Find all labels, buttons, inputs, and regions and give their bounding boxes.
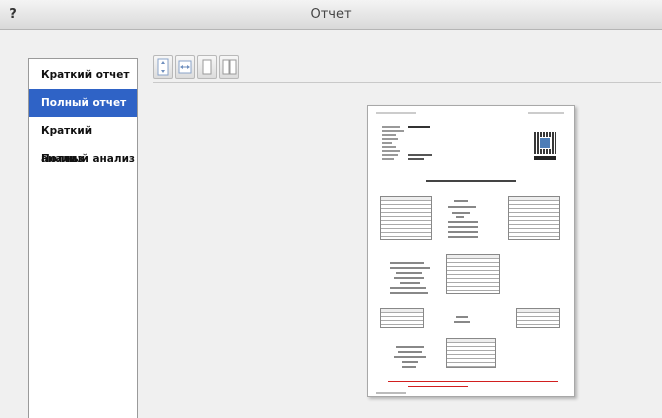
right-data-table: [508, 196, 560, 240]
left-data-table: [380, 196, 432, 240]
bottom-right-table: [516, 308, 560, 328]
report-type-sidebar: Краткий отчет Полный отчет Краткий анали…: [28, 58, 138, 418]
single-page-button[interactable]: [197, 55, 217, 79]
sidebar-item-full-analysis[interactable]: Полный анализ: [29, 145, 137, 173]
red-note-text: [408, 386, 468, 388]
bottom-left-table: [380, 308, 424, 328]
lower-data-table: [446, 338, 496, 368]
single-page-icon: [202, 59, 212, 75]
report-heading-line: [426, 180, 516, 182]
qr-code-image: [534, 132, 556, 154]
fit-width-button[interactable]: [175, 55, 195, 79]
sidebar-item-short-analysis[interactable]: Краткий анализ: [29, 117, 137, 165]
title-bar: ? Отчет: [0, 0, 662, 30]
bottom-center-label: [454, 321, 470, 323]
two-pages-icon: [222, 59, 237, 75]
page-footer-line: [376, 392, 406, 394]
red-note-text: [388, 381, 558, 384]
report-preview-area[interactable]: [153, 83, 662, 418]
bottom-center-label: [456, 316, 468, 318]
two-pages-button[interactable]: [219, 55, 239, 79]
qr-code-label: [534, 156, 556, 160]
center-data-table: [446, 254, 500, 294]
page-header-line: [376, 112, 416, 114]
window-title: Отчет: [310, 7, 352, 22]
fit-width-icon: [178, 60, 192, 74]
page-header-line: [528, 112, 564, 114]
fit-height-button[interactable]: [153, 55, 173, 79]
fit-height-icon: [157, 58, 169, 76]
sidebar-item-full-report[interactable]: Полный отчет: [29, 89, 137, 117]
report-page-thumbnail[interactable]: [367, 105, 575, 397]
sidebar-item-short-report[interactable]: Краткий отчет: [29, 61, 137, 89]
